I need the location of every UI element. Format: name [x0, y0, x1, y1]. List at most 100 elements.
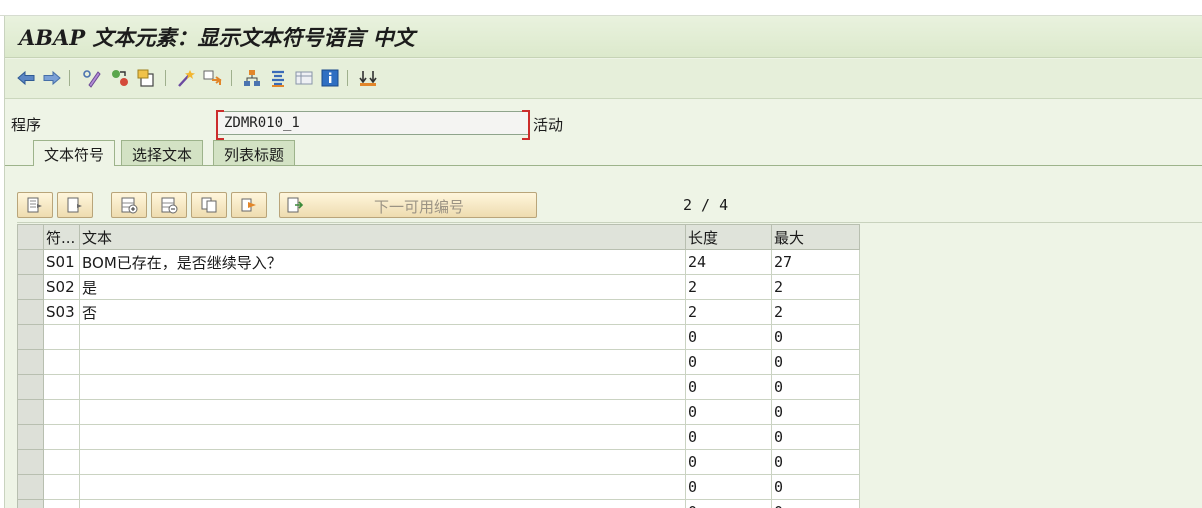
max-length-cell[interactable]: 0 [771, 324, 860, 350]
length-cell[interactable]: 0 [685, 449, 772, 475]
program-field[interactable]: ZDMR010_1 [216, 110, 530, 140]
length-cell[interactable]: 0 [685, 474, 772, 500]
length-cell[interactable]: 0 [685, 424, 772, 450]
row-selector[interactable] [17, 499, 44, 508]
row-selector[interactable] [17, 399, 44, 425]
symbol-cell[interactable] [43, 424, 80, 450]
row-selector[interactable] [17, 449, 44, 475]
select-all-icon[interactable] [17, 192, 53, 218]
table-row[interactable]: S03 否 2 2 [17, 299, 860, 325]
table-row[interactable]: 00 [17, 499, 860, 508]
max-length-cell[interactable]: 0 [771, 424, 860, 450]
text-cell[interactable] [79, 474, 686, 500]
toolbar-separator [347, 70, 348, 86]
symbol-cell[interactable] [43, 474, 80, 500]
symbol-cell[interactable] [43, 349, 80, 375]
row-selector[interactable] [17, 424, 44, 450]
table-row[interactable]: 00 [17, 399, 860, 425]
activate-icon[interactable] [175, 67, 197, 89]
row-selector[interactable] [17, 374, 44, 400]
column-header-max[interactable]: 最大 [771, 224, 860, 250]
sort-icon[interactable] [357, 67, 379, 89]
insert-row-icon[interactable] [111, 192, 147, 218]
application-toolbar [5, 59, 1202, 99]
table-row[interactable]: 00 [17, 424, 860, 450]
table-row[interactable]: 00 [17, 374, 860, 400]
delete-row-icon[interactable] [151, 192, 187, 218]
table-row[interactable]: 00 [17, 324, 860, 350]
tab-list-headings[interactable]: 列表标题 [213, 140, 296, 165]
display-object-list-icon[interactable] [293, 67, 315, 89]
text-cell[interactable] [79, 374, 686, 400]
row-selector[interactable] [17, 274, 44, 300]
title-bar: ABAP 文本元素：显示文本符号语言 中文 [5, 16, 1202, 58]
tab-text-symbols[interactable]: 文本符号 [33, 140, 116, 166]
row-selector[interactable] [17, 249, 44, 275]
table-row[interactable]: 00 [17, 349, 860, 375]
max-length-cell[interactable]: 27 [771, 249, 860, 275]
symbol-cell[interactable] [43, 374, 80, 400]
text-cell[interactable]: 是 [79, 274, 686, 300]
table-row[interactable]: 00 [17, 449, 860, 475]
symbol-cell[interactable] [43, 449, 80, 475]
select-all-corner[interactable] [17, 224, 44, 250]
text-cell[interactable] [79, 324, 686, 350]
copy-icon[interactable] [191, 192, 227, 218]
table-row[interactable]: 00 [17, 474, 860, 500]
column-header-text[interactable]: 文本 [79, 224, 686, 250]
where-used-icon[interactable] [201, 67, 223, 89]
max-length-cell[interactable]: 0 [771, 349, 860, 375]
max-length-cell[interactable]: 0 [771, 399, 860, 425]
back-arrow-icon[interactable] [15, 67, 37, 89]
paste-icon[interactable] [231, 192, 267, 218]
length-cell[interactable]: 0 [685, 399, 772, 425]
symbol-cell[interactable] [43, 324, 80, 350]
row-selector[interactable] [17, 299, 44, 325]
hierarchy-icon[interactable] [241, 67, 263, 89]
symbol-cell[interactable]: S02 [43, 274, 80, 300]
symbol-cell[interactable] [43, 499, 80, 508]
symbol-cell[interactable] [43, 399, 80, 425]
length-cell[interactable]: 0 [685, 324, 772, 350]
row-selector[interactable] [17, 324, 44, 350]
check-object-icon[interactable] [135, 67, 157, 89]
max-length-cell[interactable]: 0 [771, 474, 860, 500]
window-top-strip [0, 0, 1202, 16]
object-list-icon[interactable] [267, 67, 289, 89]
table-row[interactable]: S01 BOM已存在，是否继续导入？ 24 27 [17, 249, 860, 275]
program-status: 活动 [533, 116, 564, 134]
column-header-length[interactable]: 长度 [685, 224, 772, 250]
max-length-cell[interactable]: 2 [771, 274, 860, 300]
table-row[interactable]: S02 是 2 2 [17, 274, 860, 300]
row-selector[interactable] [17, 349, 44, 375]
display-change-icon[interactable] [81, 67, 103, 89]
next-available-number-button[interactable]: 下一可用编号 [279, 192, 537, 218]
row-selector[interactable] [17, 474, 44, 500]
text-cell[interactable]: 否 [79, 299, 686, 325]
deselect-all-icon[interactable] [57, 192, 93, 218]
forward-arrow-icon[interactable] [41, 67, 63, 89]
info-icon[interactable] [319, 67, 341, 89]
max-length-cell[interactable]: 0 [771, 374, 860, 400]
other-object-icon[interactable] [109, 67, 131, 89]
text-cell[interactable]: BOM已存在，是否继续导入？ [79, 249, 686, 275]
length-cell[interactable]: 2 [685, 299, 772, 325]
length-cell[interactable]: 2 [685, 274, 772, 300]
tab-divider [5, 165, 1202, 166]
symbol-cell[interactable]: S03 [43, 299, 80, 325]
tab-selection-texts[interactable]: 选择文本 [121, 140, 204, 165]
text-cell[interactable] [79, 399, 686, 425]
max-length-cell[interactable]: 0 [771, 499, 860, 508]
symbol-cell[interactable]: S01 [43, 249, 80, 275]
text-cell[interactable] [79, 499, 686, 508]
max-length-cell[interactable]: 2 [771, 299, 860, 325]
text-cell[interactable] [79, 449, 686, 475]
length-cell[interactable]: 24 [685, 249, 772, 275]
max-length-cell[interactable]: 0 [771, 449, 860, 475]
column-header-symbol[interactable]: 符... [43, 224, 80, 250]
text-cell[interactable] [79, 424, 686, 450]
text-cell[interactable] [79, 349, 686, 375]
length-cell[interactable]: 0 [685, 349, 772, 375]
length-cell[interactable]: 0 [685, 499, 772, 508]
length-cell[interactable]: 0 [685, 374, 772, 400]
